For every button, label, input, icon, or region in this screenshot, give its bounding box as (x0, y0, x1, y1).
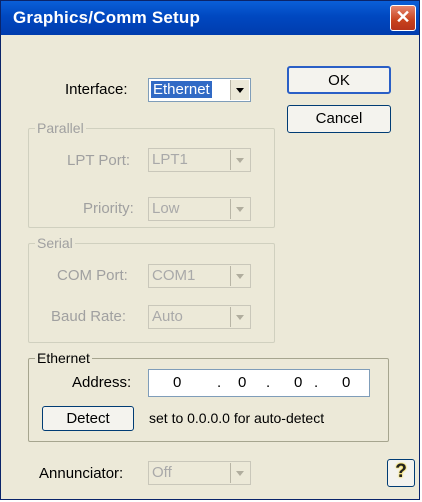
ip-octet-3[interactable]: 0 (294, 374, 302, 391)
interface-label: Interface: (65, 81, 128, 98)
ip-octet-1[interactable]: 0 (173, 374, 181, 391)
help-button[interactable]: ? (387, 459, 415, 487)
ok-button[interactable]: OK (287, 66, 391, 94)
ip-dot: . (266, 374, 271, 391)
annunciator-select[interactable]: Off (148, 461, 251, 485)
com-port-select[interactable]: COM1 (148, 264, 251, 288)
detect-label: Detect (66, 410, 110, 427)
close-button[interactable]: ✕ (390, 5, 416, 31)
address-label: Address: (72, 374, 132, 391)
close-icon: ✕ (395, 7, 411, 27)
ip-dot: . (217, 374, 222, 391)
ip-address-field[interactable]: 0 . 0 . 0 . 0 (148, 369, 370, 397)
graphics-comm-setup-dialog: Graphics/Comm Setup ✕ Interface: Etherne… (0, 0, 420, 500)
cancel-label: Cancel (315, 110, 363, 127)
ethernet-group-label: Ethernet (35, 350, 92, 366)
priority-select[interactable]: Low (148, 197, 251, 221)
chevron-down-icon[interactable] (230, 307, 249, 327)
com-port-value: COM1 (152, 267, 196, 284)
chevron-down-icon[interactable] (230, 463, 249, 483)
baud-rate-select[interactable]: Auto (148, 305, 251, 329)
ip-dot: . (314, 374, 319, 391)
detect-button[interactable]: Detect (42, 406, 134, 431)
baud-rate-value: Auto (152, 308, 183, 325)
cancel-button[interactable]: Cancel (287, 105, 391, 133)
title-bar: Graphics/Comm Setup ✕ (1, 1, 419, 35)
chevron-down-icon[interactable] (230, 150, 249, 170)
annunciator-value: Off (152, 464, 172, 481)
interface-select[interactable]: Ethernet (148, 78, 251, 102)
ip-octet-4[interactable]: 0 (342, 374, 350, 391)
lpt-port-label: LPT Port: (67, 152, 131, 169)
chevron-down-icon[interactable] (230, 266, 249, 286)
priority-value: Low (152, 200, 180, 217)
ok-label: OK (328, 72, 350, 89)
interface-value: Ethernet (151, 81, 212, 98)
com-port-label: COM Port: (57, 267, 128, 284)
help-icon: ? (395, 461, 407, 482)
parallel-group-label: Parallel (35, 120, 86, 136)
chevron-down-icon[interactable] (230, 80, 249, 100)
lpt-port-select[interactable]: LPT1 (148, 148, 251, 172)
auto-detect-hint: set to 0.0.0.0 for auto-detect (149, 410, 325, 426)
lpt-port-value: LPT1 (152, 151, 188, 168)
dialog-title: Graphics/Comm Setup (13, 8, 201, 27)
annunciator-label: Annunciator: (39, 465, 124, 482)
chevron-down-icon[interactable] (230, 199, 249, 219)
serial-group-label: Serial (35, 235, 75, 251)
priority-label: Priority: (83, 200, 134, 217)
ip-octet-2[interactable]: 0 (238, 374, 246, 391)
baud-rate-label: Baud Rate: (51, 308, 127, 325)
